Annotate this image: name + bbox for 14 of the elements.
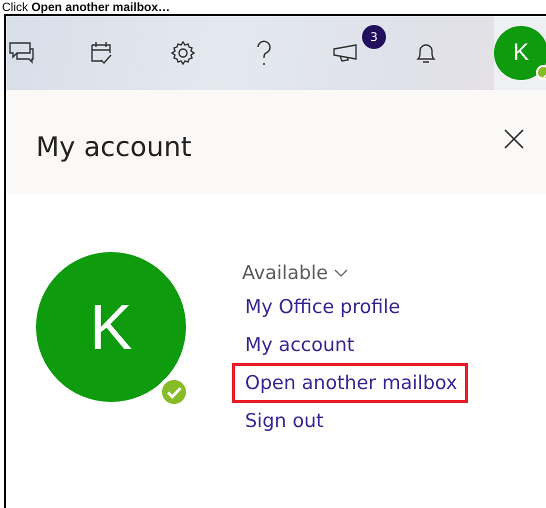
settings-icon[interactable] <box>170 40 196 66</box>
avatar: K <box>36 252 186 402</box>
chevron-down-icon <box>334 269 348 277</box>
instruction-text: Click Open another mailbox… <box>2 0 172 14</box>
status-dropdown[interactable]: Available <box>232 259 348 287</box>
menu-link[interactable]: Sign out <box>232 401 335 441</box>
menu-link[interactable]: My Office profile <box>232 287 412 327</box>
close-icon[interactable] <box>504 129 524 149</box>
panel-title: My account <box>36 132 192 162</box>
notification-count: 3 <box>362 25 386 49</box>
chat-icon[interactable] <box>8 40 34 66</box>
menu-link[interactable]: Open another mailbox <box>232 363 468 403</box>
avatar[interactable]: K <box>494 26 546 80</box>
menu-link[interactable]: My account <box>232 325 366 365</box>
